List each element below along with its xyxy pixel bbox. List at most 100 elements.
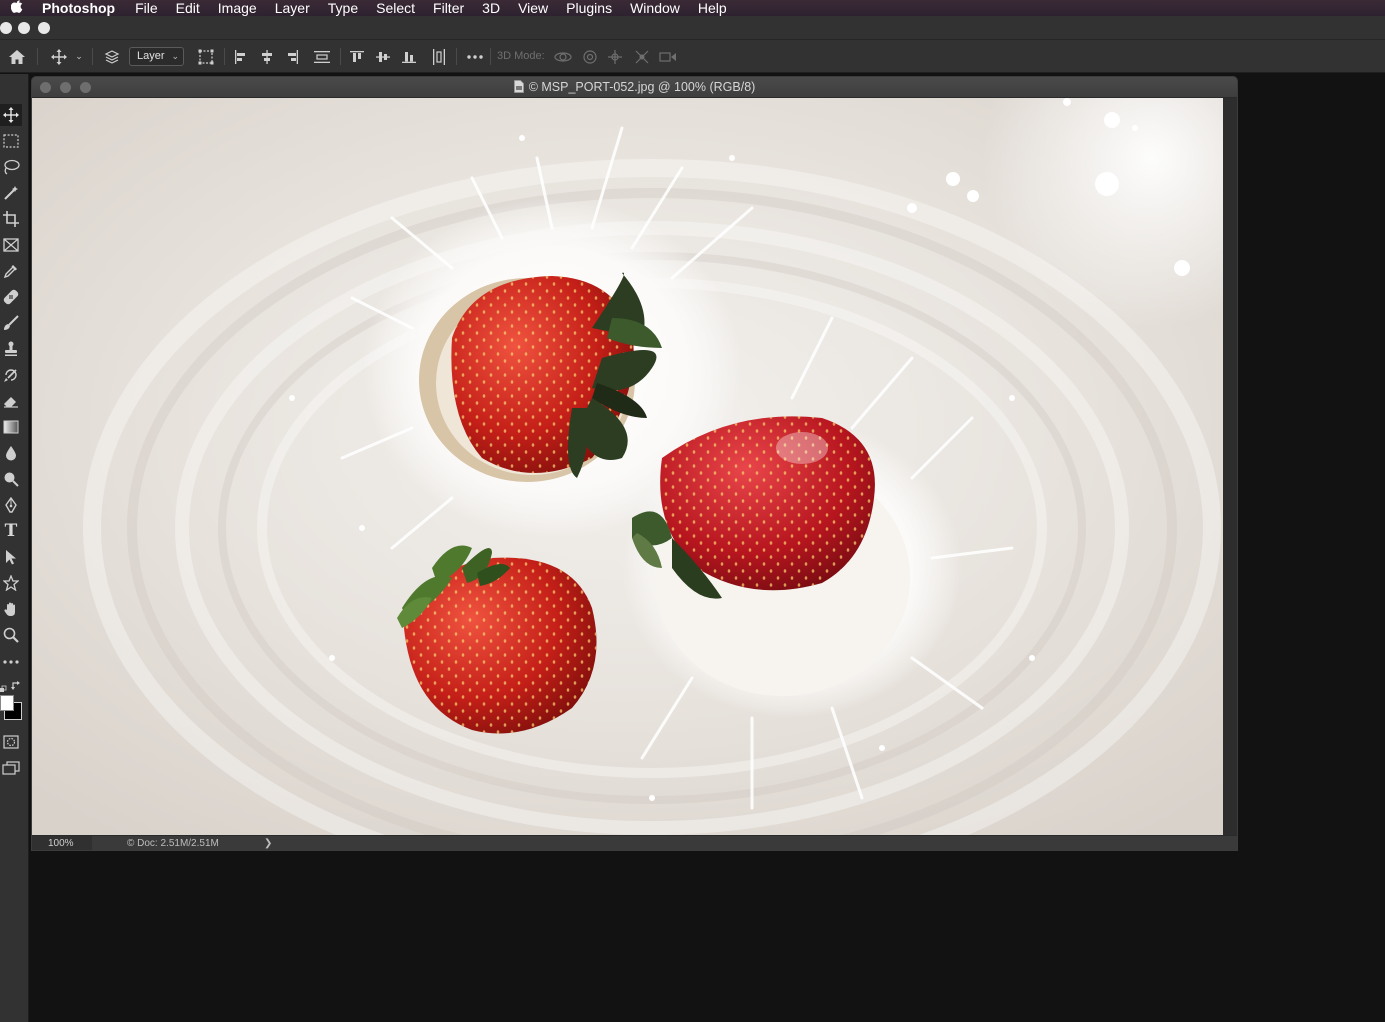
pan-3d-icon[interactable] [605, 40, 625, 73]
menu-type[interactable]: Type [319, 0, 367, 16]
menu-layer[interactable]: Layer [266, 0, 319, 16]
file-icon [513, 79, 524, 100]
home-icon[interactable] [6, 40, 28, 73]
healing-brush-tool[interactable] [0, 286, 22, 308]
options-separator [224, 48, 225, 65]
crop-icon [3, 211, 19, 227]
custom-shape-tool[interactable] [0, 572, 22, 594]
distribute-vertical-icon[interactable] [312, 40, 332, 73]
lasso-icon [2, 159, 20, 175]
apple-logo-icon[interactable] [0, 0, 34, 16]
menu-view[interactable]: View [509, 0, 557, 16]
auto-select-target-dropdown[interactable]: Layer ⌄ [129, 47, 184, 66]
document-titlebar[interactable]: © MSP_PORT-052.jpg @ 100% (RGB/8) [32, 77, 1237, 98]
align-top-icon[interactable] [347, 40, 367, 73]
eraser-icon [3, 394, 19, 408]
document-canvas[interactable] [32, 98, 1223, 835]
scale-3d-icon[interactable] [657, 40, 679, 73]
hand-icon [3, 601, 19, 617]
frame-tool[interactable] [0, 234, 22, 256]
menu-plugins[interactable]: Plugins [557, 0, 621, 16]
orbit-3d-icon[interactable] [553, 40, 573, 73]
crop-tool[interactable] [0, 208, 22, 230]
magic-wand-tool[interactable] [0, 182, 22, 204]
edit-toolbar[interactable] [0, 651, 22, 673]
doc-size-info: © Doc: 2.51M/2.51M [127, 838, 219, 849]
align-bottom-icon[interactable] [399, 40, 419, 73]
screen-mode-icon [2, 761, 20, 775]
align-left-icon[interactable] [231, 40, 251, 73]
stamp-icon [3, 341, 19, 357]
pen-icon [3, 497, 19, 513]
path-selection-tool[interactable] [0, 546, 22, 568]
menu-filter[interactable]: Filter [424, 0, 473, 16]
auto-select-layers-icon[interactable] [101, 40, 123, 73]
align-horizontal-center-icon[interactable] [257, 40, 277, 73]
magnifier-icon [3, 627, 19, 643]
align-vertical-center-icon[interactable] [373, 40, 393, 73]
options-separator [92, 48, 93, 65]
more-options-icon[interactable] [464, 40, 486, 73]
menu-app-name[interactable]: Photoshop [34, 0, 126, 16]
menu-window[interactable]: Window [621, 0, 689, 16]
menu-edit[interactable]: Edit [167, 0, 209, 16]
slide-3d-icon[interactable] [632, 40, 652, 73]
brush-icon [3, 315, 19, 331]
menu-image[interactable]: Image [209, 0, 266, 16]
type-tool-glyph: T [4, 521, 18, 541]
zoom-level-field[interactable]: 100% [32, 836, 92, 850]
options-separator [37, 48, 38, 65]
eraser-tool[interactable] [0, 390, 22, 412]
roll-3d-icon[interactable] [580, 40, 600, 73]
menu-select[interactable]: Select [367, 0, 424, 16]
rectangular-marquee-tool[interactable] [0, 130, 22, 152]
options-separator [456, 48, 457, 65]
ellipsis-icon [3, 660, 19, 664]
screen-mode[interactable] [0, 757, 22, 779]
water-drop-icon [5, 445, 17, 461]
chevron-down-icon: ⌄ [171, 51, 179, 61]
document-title-container: © MSP_PORT-052.jpg @ 100% (RGB/8) [32, 77, 1237, 98]
frame-icon [3, 238, 19, 252]
gradient-icon [3, 420, 19, 434]
foreground-color[interactable] [0, 695, 14, 711]
options-separator [340, 48, 341, 65]
default-colors[interactable] [0, 680, 8, 692]
shape-icon [3, 575, 19, 591]
pen-tool[interactable] [0, 494, 22, 516]
swap-arrow-icon [11, 678, 21, 695]
eyedropper-tool[interactable] [0, 260, 22, 282]
history-brush-tool[interactable] [0, 364, 22, 386]
zoom-tool[interactable] [0, 624, 22, 646]
auto-select-target-value: Layer [137, 50, 165, 62]
options-bar: ⌄ Layer ⌄ 3D Mode: [0, 40, 1385, 73]
lasso-tool[interactable] [0, 156, 22, 178]
eyedropper-icon [3, 263, 19, 279]
move-tool-icon[interactable] [48, 40, 70, 73]
clone-stamp-tool[interactable] [0, 338, 22, 360]
minimize-window-button[interactable] [18, 22, 30, 34]
status-menu-arrow[interactable]: ❯ [264, 836, 272, 850]
move-tool[interactable] [0, 104, 22, 126]
distribute-horizontal-icon[interactable] [429, 40, 449, 73]
bandage-icon [3, 289, 19, 305]
close-window-button[interactable] [0, 22, 12, 34]
brush-tool[interactable] [0, 312, 22, 334]
options-separator [490, 48, 491, 65]
dodge-tool[interactable] [0, 468, 22, 490]
document-scroll-gutter [1223, 98, 1237, 835]
strawberries-milk-splash-photo [32, 98, 1223, 835]
menu-3d[interactable]: 3D [473, 0, 509, 16]
gradient-tool[interactable] [0, 416, 22, 438]
hand-tool[interactable] [0, 598, 22, 620]
menu-help[interactable]: Help [689, 0, 736, 16]
tool-preset-dropdown-icon[interactable]: ⌄ [73, 40, 85, 73]
type-tool[interactable]: T [0, 520, 22, 542]
menu-file[interactable]: File [126, 0, 167, 16]
blur-tool[interactable] [0, 442, 22, 464]
quick-mask-mode[interactable] [0, 731, 22, 753]
swap-colors[interactable] [11, 678, 21, 690]
align-right-icon[interactable] [282, 40, 302, 73]
zoom-window-button[interactable] [38, 22, 50, 34]
transform-controls-icon[interactable] [195, 40, 217, 73]
